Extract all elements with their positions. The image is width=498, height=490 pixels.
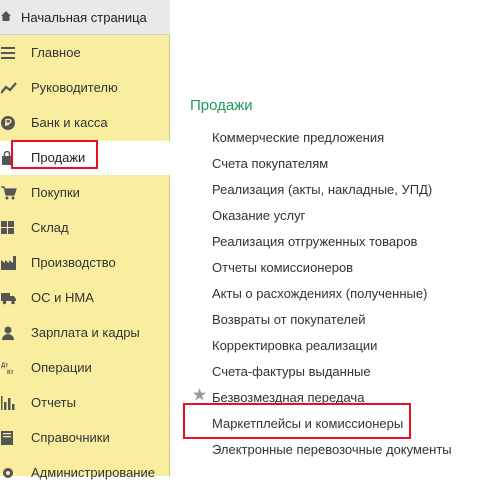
truck-icon [1,293,16,305]
link-commissioner-reports[interactable]: Отчеты комиссионеров [212,260,353,275]
factory-icon [1,256,16,270]
sidebar-item-label: Главное [31,45,81,60]
sidebar-item-admin[interactable]: Администрирование [0,456,170,490]
sidebar-item-label: Администрирование [31,465,155,480]
sidebar-item-production[interactable]: Производство [0,246,170,280]
sidebar-item-label: Склад [31,220,69,235]
link-sales-correction[interactable]: Корректировка реализации [212,338,377,353]
sidebar-item-label: Банк и касса [31,115,108,130]
sidebar-item-bank[interactable]: Банк и касса [0,106,170,140]
link-services[interactable]: Оказание услуг [212,208,305,223]
gear-icon [3,468,13,478]
sidebar-item-main[interactable]: Главное [0,36,170,70]
sidebar-item-operations[interactable]: Дт Кт Операции [0,351,170,385]
warehouse-icon [1,221,14,234]
svg-text:Дт: Дт [1,363,8,369]
cart-icon [1,186,17,200]
home-label: Начальная страница [21,10,147,25]
sidebar-item-assets[interactable]: ОС и НМА [0,281,170,315]
home-icon [1,11,11,21]
sidebar-item-label: Отчеты [31,395,76,410]
ruble-icon [1,116,15,130]
sidebar-item-label: ОС и НМА [31,290,94,305]
link-customer-returns[interactable]: Возвраты от покупателей [212,312,366,327]
sidebar-item-salary[interactable]: Зарплата и кадры [0,316,170,350]
sidebar: Главное Руководителю Банк и касса Продаж… [0,35,171,480]
sidebar-item-directories[interactable]: Справочники [0,421,170,455]
trend-icon [1,82,17,94]
bar-chart-icon [1,396,15,410]
book-icon [1,431,13,445]
section-title: Продажи [190,97,253,114]
link-customer-invoices[interactable]: Счета покупателям [212,156,328,171]
sidebar-item-label: Руководителю [31,80,118,95]
link-issued-invoices[interactable]: Счета-фактуры выданные [212,364,371,379]
link-commercial-offers[interactable]: Коммерческие предложения [212,130,384,145]
highlight-box-sales [11,140,98,169]
sidebar-item-label: Операции [31,360,92,375]
sidebar-item-label: Производство [31,255,116,270]
dt-kt-icon: Дт Кт [1,363,14,375]
sidebar-item-purchases[interactable]: Покупки [0,176,170,210]
svg-text:Кт: Кт [7,370,14,375]
sidebar-item-warehouse[interactable]: Склад [0,211,170,245]
person-icon [2,326,14,340]
link-discrepancy-acts[interactable]: Акты о расхождениях (полученные) [212,286,427,301]
link-sales-acts[interactable]: Реализация (акты, накладные, УПД) [212,182,432,197]
home-bar[interactable]: Начальная страница [0,0,170,35]
sidebar-item-label: Зарплата и кадры [31,325,140,340]
sidebar-item-label: Справочники [31,430,110,445]
sidebar-item-manager[interactable]: Руководителю [0,71,170,105]
sidebar-item-reports[interactable]: Отчеты [0,386,170,420]
menu-icon [1,47,15,59]
star-icon [193,388,206,401]
highlight-box-marketplaces [183,403,411,439]
link-shipped-goods[interactable]: Реализация отгруженных товаров [212,234,417,249]
sidebar-item-label: Покупки [31,185,80,200]
link-transport-documents[interactable]: Электронные перевозочные документы [212,442,452,457]
